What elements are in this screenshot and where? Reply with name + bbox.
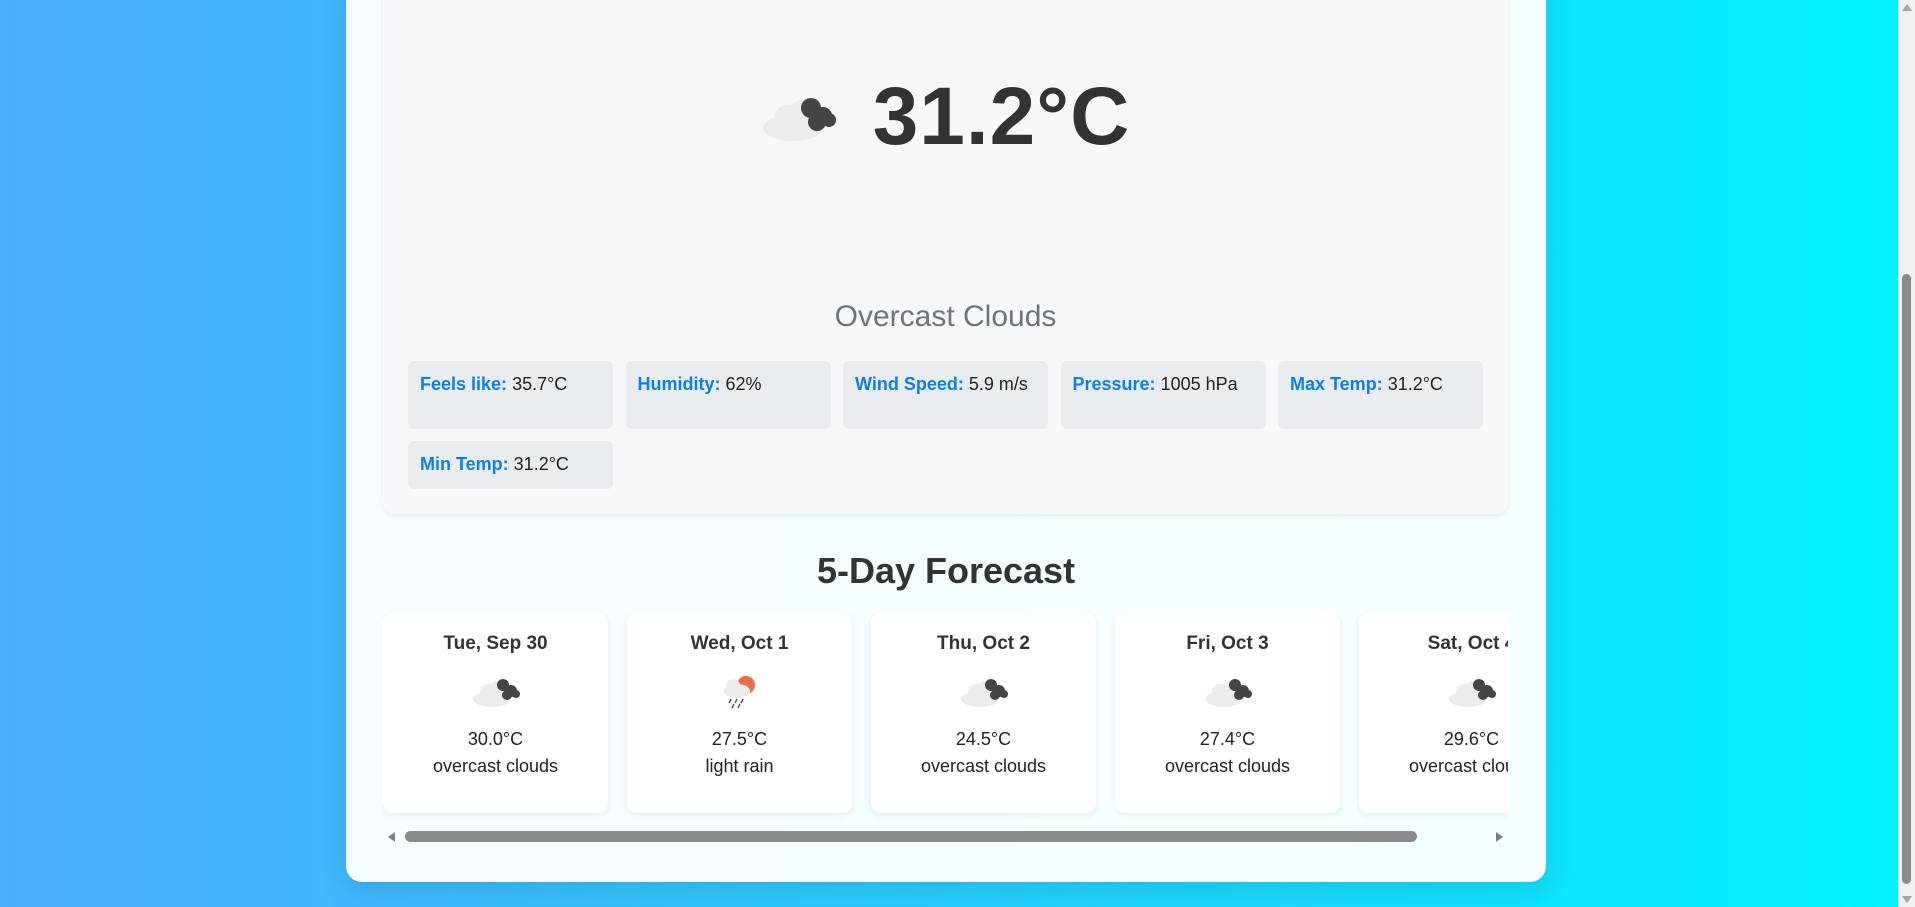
detail-label: Wind Speed: bbox=[855, 374, 964, 394]
forecast-card: Tue, Sep 30 30.0°C overcast clouds bbox=[383, 613, 608, 813]
scroll-down-arrow-icon[interactable] bbox=[1902, 896, 1912, 903]
detail-label: Humidity: bbox=[637, 374, 721, 394]
detail-value: 5.9 m/s bbox=[968, 374, 1028, 394]
forecast-desc: overcast clouds bbox=[1408, 756, 1508, 776]
overcast-clouds-icon bbox=[761, 92, 837, 142]
forecast-desc: light rain bbox=[705, 756, 774, 776]
detail-label: Pressure: bbox=[1072, 374, 1156, 394]
scrollbar-thumb[interactable] bbox=[1902, 274, 1911, 884]
scroll-left-arrow-icon[interactable] bbox=[388, 832, 395, 842]
forecast-date: Wed, Oct 1 bbox=[690, 633, 789, 654]
forecast-temp: 30.0°C bbox=[467, 729, 524, 749]
forecast-desc: overcast clouds bbox=[920, 756, 1047, 776]
weather-app-container: 31.2°C Overcast Clouds Feels like: 35.7°… bbox=[346, 0, 1546, 882]
detail-feels-like: Feels like: 35.7°C bbox=[408, 361, 613, 429]
light-rain-icon bbox=[627, 663, 852, 721]
forecast-card: Sat, Oct 4 29.6°C overcast clouds bbox=[1359, 613, 1508, 813]
forecast-temp: 24.5°C bbox=[955, 729, 1012, 749]
detail-min-temp: Min Temp: 31.2°C bbox=[408, 441, 613, 489]
forecast-scroll-area[interactable]: Tue, Sep 30 30.0°C overcast clouds Wed, … bbox=[383, 613, 1508, 833]
forecast-desc: overcast clouds bbox=[1164, 756, 1291, 776]
forecast-desc: overcast clouds bbox=[432, 756, 559, 776]
forecast-date: Thu, Oct 2 bbox=[937, 633, 1030, 654]
forecast-card: Wed, Oct 1 27.5°C light rain bbox=[627, 613, 852, 813]
current-weather-card: 31.2°C Overcast Clouds Feels like: 35.7°… bbox=[383, 0, 1508, 514]
overcast-clouds-icon bbox=[1115, 663, 1340, 721]
detail-label: Min Temp: bbox=[420, 454, 509, 474]
overcast-clouds-icon bbox=[383, 663, 608, 721]
forecast-temp: 27.5°C bbox=[711, 729, 768, 749]
forecast-date: Sat, Oct 4 bbox=[1427, 633, 1508, 654]
current-temp-row: 31.2°C bbox=[383, 62, 1508, 172]
page-vertical-scrollbar[interactable] bbox=[1898, 0, 1915, 907]
detail-label: Feels like: bbox=[420, 374, 508, 394]
detail-pressure: Pressure: 1005 hPa bbox=[1060, 361, 1266, 429]
weather-details-grid: Feels like: 35.7°C Humidity: 62% Wind Sp… bbox=[408, 361, 1483, 489]
detail-value: 35.7°C bbox=[512, 374, 568, 394]
overcast-clouds-icon bbox=[1359, 663, 1508, 721]
detail-value: 1005 hPa bbox=[1160, 374, 1238, 394]
detail-value: 31.2°C bbox=[1387, 374, 1443, 394]
forecast-card: Thu, Oct 2 24.5°C overcast clouds bbox=[871, 613, 1096, 813]
forecast-card: Fri, Oct 3 27.4°C overcast clouds bbox=[1115, 613, 1340, 813]
detail-wind-speed: Wind Speed: 5.9 m/s bbox=[843, 361, 1048, 429]
forecast-horizontal-scrollbar[interactable] bbox=[383, 828, 1508, 845]
detail-max-temp: Max Temp: 31.2°C bbox=[1278, 361, 1483, 429]
forecast-title: 5-Day Forecast bbox=[816, 550, 1076, 591]
scroll-up-arrow-icon[interactable] bbox=[1902, 4, 1912, 11]
current-description: Overcast Clouds bbox=[834, 300, 1057, 333]
detail-value: 31.2°C bbox=[513, 454, 569, 474]
current-temperature: 31.2°C bbox=[872, 71, 1131, 162]
forecast-track: Tue, Sep 30 30.0°C overcast clouds Wed, … bbox=[383, 613, 1508, 813]
forecast-temp: 29.6°C bbox=[1443, 729, 1500, 749]
detail-value: 62% bbox=[725, 374, 762, 394]
detail-label: Max Temp: bbox=[1290, 374, 1383, 394]
overcast-clouds-icon bbox=[871, 663, 1096, 721]
forecast-date: Fri, Oct 3 bbox=[1186, 633, 1269, 654]
detail-humidity: Humidity: 62% bbox=[625, 361, 831, 429]
forecast-temp: 27.4°C bbox=[1199, 729, 1256, 749]
scrollbar-thumb[interactable] bbox=[405, 831, 1417, 842]
forecast-date: Tue, Sep 30 bbox=[443, 633, 548, 654]
scroll-right-arrow-icon[interactable] bbox=[1496, 832, 1503, 842]
